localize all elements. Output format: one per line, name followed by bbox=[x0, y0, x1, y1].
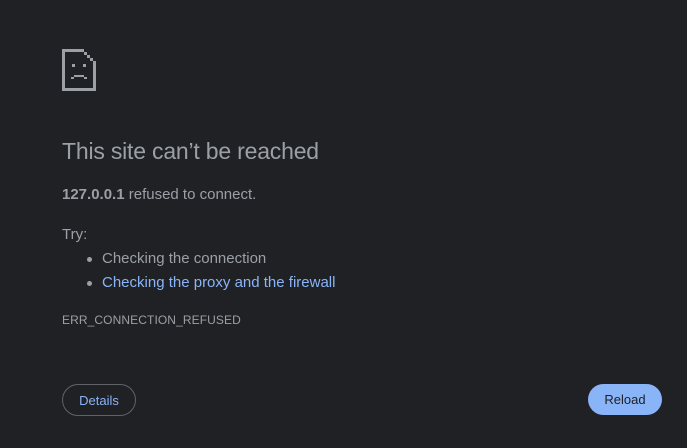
reload-button[interactable]: Reload bbox=[588, 384, 662, 415]
suggestion-check-proxy-firewall[interactable]: Checking the proxy and the firewall bbox=[84, 273, 335, 297]
suggestion-check-connection: Checking the connection bbox=[84, 249, 335, 273]
page-title: This site can’t be reached bbox=[62, 138, 319, 164]
error-message: refused to connect. bbox=[124, 186, 257, 203]
bullet-icon bbox=[87, 257, 92, 262]
suggestion-label: Checking the connection bbox=[102, 250, 267, 267]
proxy-firewall-link[interactable]: Checking the proxy and the firewall bbox=[102, 274, 335, 291]
suggestions-list: Checking the connection Checking the pro… bbox=[84, 249, 335, 297]
try-label: Try: bbox=[62, 226, 88, 243]
error-summary: 127.0.0.1 refused to connect. bbox=[62, 186, 256, 203]
error-page: This site can’t be reached 127.0.0.1 ref… bbox=[0, 0, 687, 448]
bullet-icon bbox=[87, 281, 92, 286]
sad-document-icon bbox=[62, 49, 96, 91]
host-address: 127.0.0.1 bbox=[62, 186, 125, 203]
details-button[interactable]: Details bbox=[62, 384, 136, 416]
error-code: ERR_CONNECTION_REFUSED bbox=[62, 313, 241, 327]
